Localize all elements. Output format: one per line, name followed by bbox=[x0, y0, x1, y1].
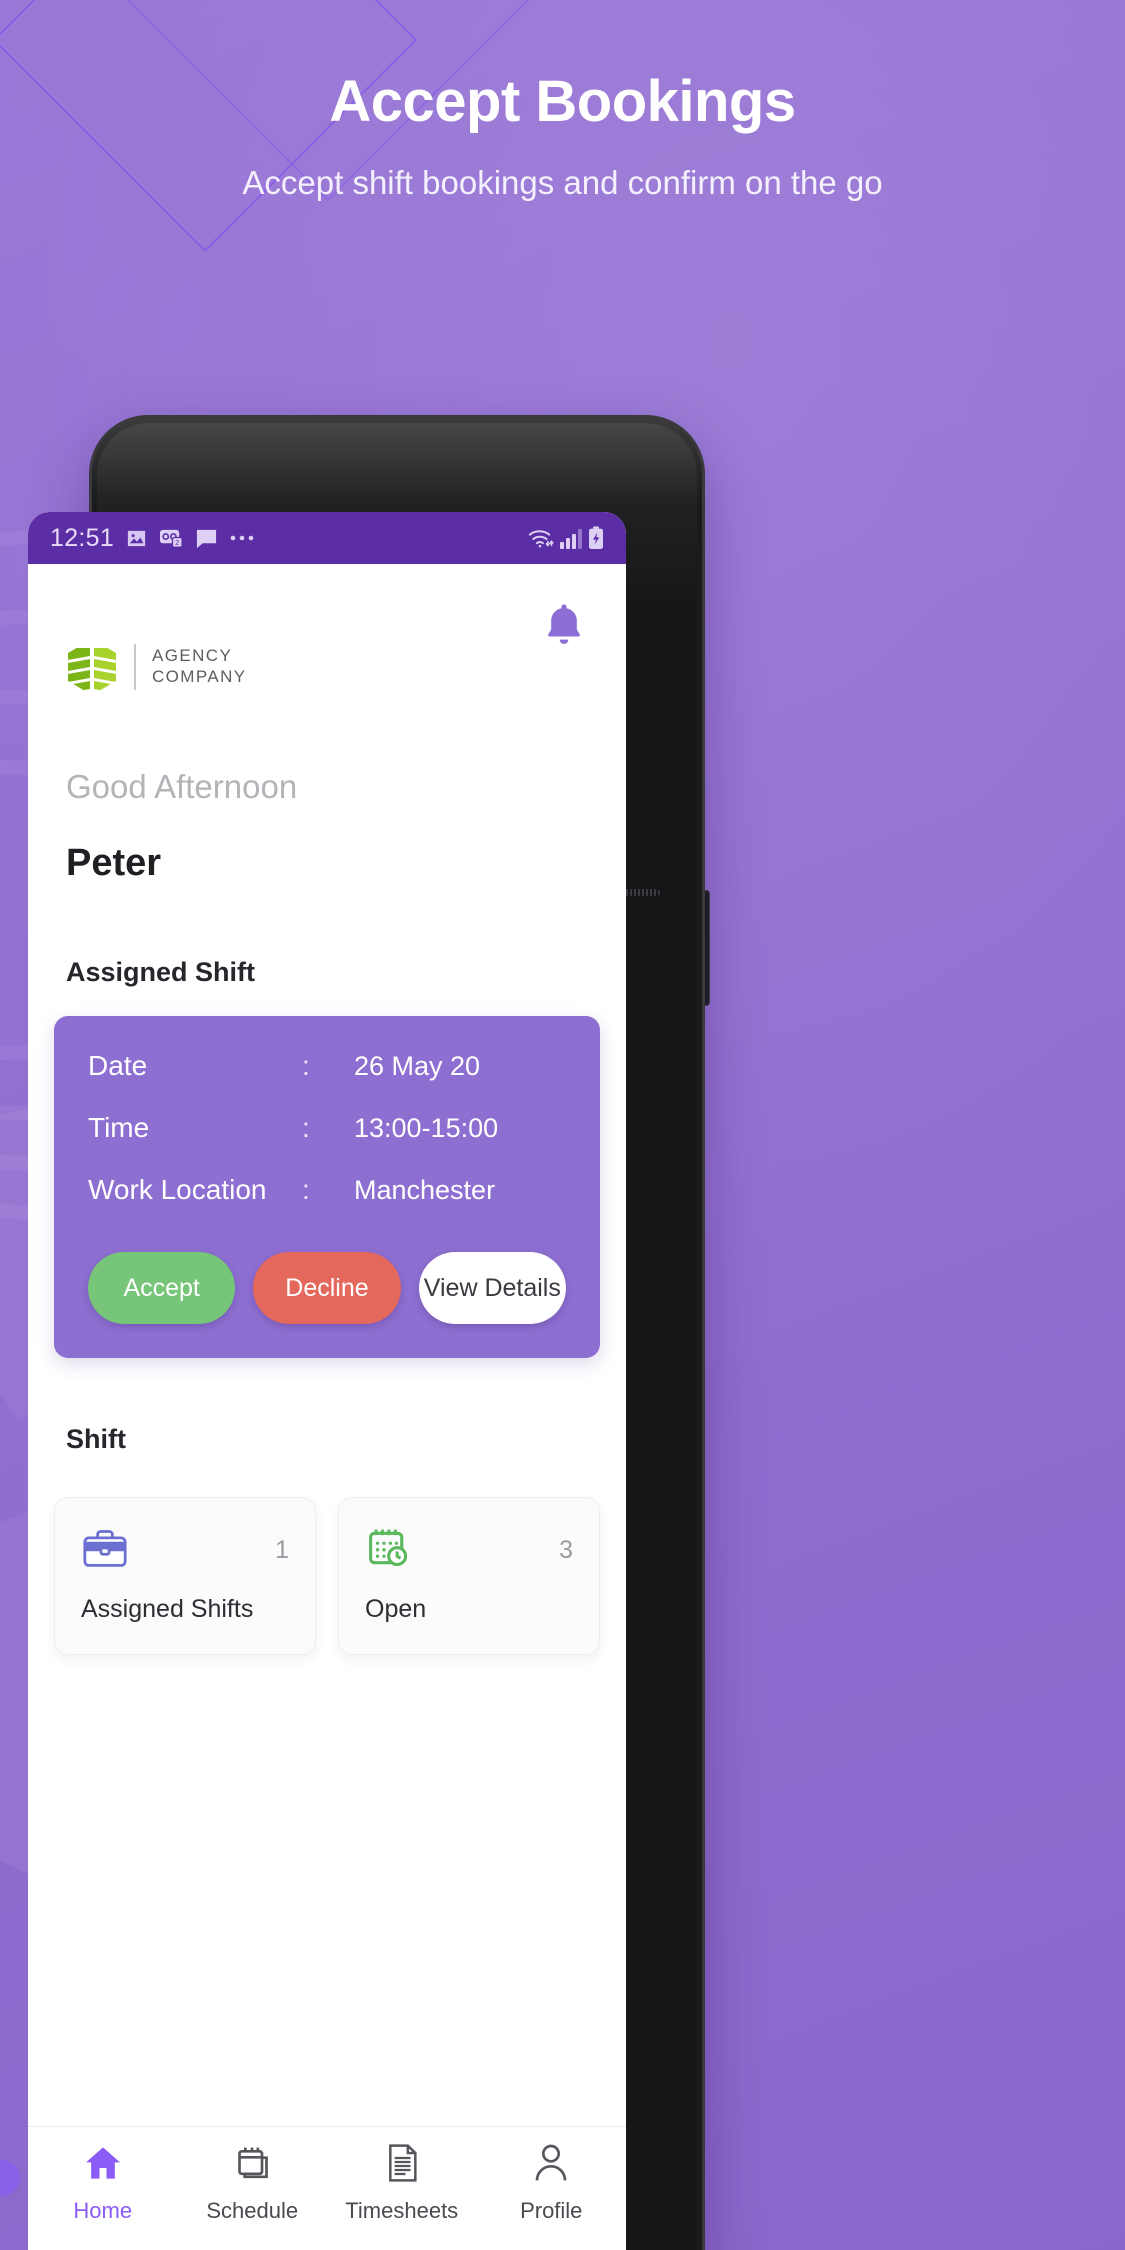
nav-label-schedule: Schedule bbox=[206, 2198, 299, 2223]
shift-colon-date: : bbox=[302, 1050, 310, 1081]
app-content: AGENCY COMPANY Good Afternoon Peter Assi… bbox=[28, 564, 626, 2250]
phone-screen: 12:51 2 AGENCY COMPANY Good Afternoon Pe… bbox=[28, 512, 626, 2250]
shift-label-location: Work Location bbox=[88, 1174, 267, 1205]
nav-item-home[interactable]: Home bbox=[28, 2143, 178, 2224]
shift-actions: Accept Decline View Details bbox=[88, 1252, 566, 1324]
stat-label-assigned-shifts: Assigned Shifts bbox=[81, 1595, 254, 1623]
shift-colon-time: : bbox=[302, 1112, 310, 1143]
logo-divider bbox=[134, 644, 136, 690]
stat-count-assigned-shifts: 1 bbox=[275, 1536, 289, 1564]
signal-icon bbox=[560, 528, 582, 549]
nav-label-home: Home bbox=[73, 2198, 133, 2223]
shift-section-heading: Shift bbox=[66, 1424, 126, 1454]
status-time: 12:51 bbox=[50, 523, 115, 552]
nav-item-profile[interactable]: Profile bbox=[477, 2143, 627, 2224]
nav-label-timesheets: Timesheets bbox=[345, 2198, 459, 2223]
shift-row-location: Work Location : Manchester bbox=[88, 1174, 566, 1206]
user-name: Peter bbox=[66, 842, 162, 884]
stat-label-open: Open bbox=[365, 1595, 427, 1623]
calendar-icon bbox=[232, 2143, 272, 2188]
shift-value-location: Manchester bbox=[354, 1174, 496, 1205]
wifi-icon bbox=[527, 527, 554, 549]
stat-card-open[interactable]: 3 Open bbox=[338, 1497, 600, 1655]
assigned-shift-card: Date : 26 May 20 Time : 13:00-15:00 Work… bbox=[54, 1016, 600, 1358]
stat-count-open: 3 bbox=[559, 1536, 573, 1564]
decline-button[interactable]: Decline bbox=[253, 1252, 401, 1324]
view-details-button[interactable]: View Details bbox=[418, 1252, 566, 1324]
nav-item-schedule[interactable]: Schedule bbox=[178, 2143, 328, 2224]
accept-button[interactable]: Accept bbox=[88, 1252, 236, 1324]
calendar-clock-icon bbox=[365, 1526, 411, 1575]
promo-title: Accept Bookings bbox=[329, 69, 796, 134]
app-topbar: AGENCY COMPANY bbox=[28, 564, 626, 732]
shift-value-date: 26 May 20 bbox=[354, 1050, 481, 1081]
company-logo: AGENCY COMPANY bbox=[66, 638, 247, 696]
person-icon bbox=[532, 2143, 570, 2188]
status-bar: 12:51 2 bbox=[28, 512, 626, 564]
logo-line-1: AGENCY bbox=[152, 646, 233, 666]
logo-line-2: COMPANY bbox=[152, 667, 247, 686]
assigned-shift-heading: Assigned Shift bbox=[66, 957, 256, 987]
greeting-text: Good Afternoon bbox=[66, 768, 298, 805]
image-icon bbox=[125, 527, 148, 550]
shift-value-time: 13:00-15:00 bbox=[354, 1112, 499, 1143]
shift-label-time: Time bbox=[88, 1112, 150, 1143]
battery-charging-icon bbox=[588, 526, 604, 550]
shift-row-date: Date : 26 May 20 bbox=[88, 1050, 566, 1082]
promo-subtitle: Accept shift bookings and confirm on the… bbox=[242, 163, 883, 201]
briefcase-icon bbox=[81, 1526, 129, 1575]
shift-row-time: Time : 13:00-15:00 bbox=[88, 1112, 566, 1144]
shift-label-date: Date bbox=[88, 1050, 148, 1081]
leaf-logo-icon bbox=[66, 638, 118, 696]
promo-screenshot: Accept Bookings Accept shift bookings an… bbox=[0, 0, 1125, 2250]
bottom-navigation: Home Schedule Timesheets Profile bbox=[28, 2126, 626, 2250]
shift-stat-cards: 1 Assigned Shifts 3 Open bbox=[28, 1497, 626, 1655]
stat-card-assigned-shifts[interactable]: 1 Assigned Shifts bbox=[54, 1497, 316, 1655]
shift-colon-location: : bbox=[302, 1174, 310, 1205]
nav-label-profile: Profile bbox=[520, 2198, 583, 2223]
svg-text:2: 2 bbox=[175, 538, 179, 547]
voicemail-icon: 2 bbox=[159, 527, 184, 550]
promo-header: Accept Bookings Accept shift bookings an… bbox=[0, 70, 1125, 206]
message-icon bbox=[195, 527, 218, 550]
bell-icon[interactable] bbox=[542, 602, 586, 655]
home-icon bbox=[82, 2143, 124, 2188]
document-icon bbox=[383, 2143, 421, 2188]
greeting-block: Good Afternoon Peter bbox=[28, 768, 626, 885]
logo-text: AGENCY COMPANY bbox=[152, 646, 247, 687]
more-icon bbox=[229, 533, 255, 543]
nav-item-timesheets[interactable]: Timesheets bbox=[327, 2143, 477, 2224]
